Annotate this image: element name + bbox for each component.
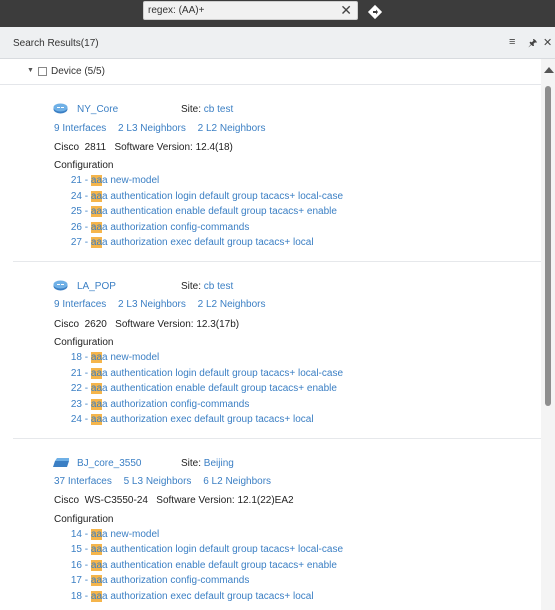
device-links: 9 Interfaces 2 L3 Neighbors 2 L2 Neighbo… xyxy=(54,299,274,310)
config-line[interactable]: 22 - aaa authentication enable default g… xyxy=(69,383,337,394)
software-label: Software Version: xyxy=(156,495,235,506)
navigate-icon[interactable] xyxy=(367,4,383,20)
device-links: 9 Interfaces 2 L3 Neighbors 2 L2 Neighbo… xyxy=(54,123,274,134)
top-bar: ✕ xyxy=(0,0,555,27)
device-card: LA_POP Site: cb test 9 Interfaces 2 L3 N… xyxy=(13,262,541,439)
site-field: Site: cb test xyxy=(181,281,233,292)
device-card: BJ_core_3550 Site: Beijing 37 Interfaces… xyxy=(13,439,541,610)
software-label: Software Version: xyxy=(114,142,193,153)
software-label: Software Version: xyxy=(115,319,194,330)
router-icon xyxy=(53,280,68,291)
software-version: 12.4(18) xyxy=(195,142,233,153)
menu-icon[interactable]: ≡ xyxy=(509,36,515,48)
l2-neighbors-link[interactable]: 2 L2 Neighbors xyxy=(198,123,266,134)
collapse-caret-icon[interactable]: ▼ xyxy=(27,67,34,74)
vendor: Cisco xyxy=(54,495,80,506)
config-line[interactable]: 15 - aaa authentication login default gr… xyxy=(69,544,343,555)
device-card: NY_Core Site: cb test 9 Interfaces 2 L3 … xyxy=(13,85,541,262)
model: 2620 xyxy=(84,319,107,330)
close-icon[interactable]: ✕ xyxy=(340,2,352,19)
site-link[interactable]: cb test xyxy=(204,104,233,115)
configuration-title: Configuration xyxy=(54,514,114,525)
config-line[interactable]: 24 - aaa authorization exec default grou… xyxy=(69,414,314,425)
results-list: NY_Core Site: cb test 9 Interfaces 2 L3 … xyxy=(0,85,541,610)
config-line[interactable]: 27 - aaa authorization exec default grou… xyxy=(69,237,314,248)
switch-icon xyxy=(53,458,69,467)
search-input[interactable] xyxy=(148,3,333,18)
site-label: Site: xyxy=(181,104,202,115)
software-version: 12.1(22)EA2 xyxy=(237,495,294,506)
close-icon[interactable]: ✕ xyxy=(543,36,552,49)
config-line[interactable]: 18 - aaa authorization exec default grou… xyxy=(69,591,314,602)
device-model-row: Cisco 2620 Software Version: 12.3(17b) xyxy=(54,319,239,330)
device-links: 37 Interfaces 5 L3 Neighbors 6 L2 Neighb… xyxy=(54,476,280,487)
l2-neighbors-link[interactable]: 6 L2 Neighbors xyxy=(203,476,271,487)
config-line[interactable]: 24 - aaa authentication login default gr… xyxy=(69,191,343,202)
config-line[interactable]: 21 - aaa new-model xyxy=(69,175,159,186)
device-group-label: Device (5/5) xyxy=(51,66,105,77)
l2-neighbors-link[interactable]: 2 L2 Neighbors xyxy=(198,299,266,310)
site-link[interactable]: cb test xyxy=(204,281,233,292)
model: 2811 xyxy=(84,142,107,153)
router-icon xyxy=(53,103,68,114)
pin-icon[interactable]: 🖈 xyxy=(528,36,537,53)
panel-header: Search Results(17) ≡ 🖈 ✕ xyxy=(0,27,555,59)
scroll-thumb[interactable] xyxy=(545,86,551,406)
l3-neighbors-link[interactable]: 2 L3 Neighbors xyxy=(118,299,186,310)
model: WS-C3550-24 xyxy=(84,495,148,506)
vendor: Cisco xyxy=(54,319,80,330)
site-label: Site: xyxy=(181,458,202,469)
config-line[interactable]: 25 - aaa authentication enable default g… xyxy=(69,206,337,217)
l3-neighbors-link[interactable]: 5 L3 Neighbors xyxy=(124,476,192,487)
site-link[interactable]: Beijing xyxy=(204,458,234,469)
interfaces-link[interactable]: 9 Interfaces xyxy=(54,299,106,310)
configuration-title: Configuration xyxy=(54,160,114,171)
site-field: Site: cb test xyxy=(181,104,233,115)
interfaces-link[interactable]: 37 Interfaces xyxy=(54,476,112,487)
config-line[interactable]: 16 - aaa authentication enable default g… xyxy=(69,560,337,571)
scroll-up-arrow-icon[interactable] xyxy=(544,67,554,73)
device-name[interactable]: NY_Core xyxy=(77,104,118,115)
scrollbar[interactable] xyxy=(541,59,555,610)
device-name[interactable]: BJ_core_3550 xyxy=(77,458,142,469)
interfaces-link[interactable]: 9 Interfaces xyxy=(54,123,106,134)
config-line[interactable]: 18 - aaa new-model xyxy=(69,352,159,363)
config-line[interactable]: 14 - aaa new-model xyxy=(69,529,159,540)
site-label: Site: xyxy=(181,281,202,292)
configuration-title: Configuration xyxy=(54,337,114,348)
device-model-row: Cisco WS-C3550-24 Software Version: 12.1… xyxy=(54,495,294,506)
config-line[interactable]: 17 - aaa authorization config-commands xyxy=(69,575,249,586)
device-model-row: Cisco 2811 Software Version: 12.4(18) xyxy=(54,142,233,153)
config-line[interactable]: 26 - aaa authorization config-commands xyxy=(69,222,249,233)
device-name[interactable]: LA_POP xyxy=(77,281,116,292)
device-group-row[interactable]: ▼ Device (5/5) xyxy=(0,59,541,85)
site-field: Site: Beijing xyxy=(181,458,234,469)
config-line[interactable]: 21 - aaa authentication login default gr… xyxy=(69,368,343,379)
device-group-checkbox[interactable] xyxy=(38,67,47,76)
vendor: Cisco xyxy=(54,142,80,153)
search-box[interactable]: ✕ xyxy=(143,1,358,20)
config-line[interactable]: 23 - aaa authorization config-commands xyxy=(69,399,249,410)
software-version: 12.3(17b) xyxy=(196,319,240,330)
panel-title: Search Results(17) xyxy=(13,38,99,49)
l3-neighbors-link[interactable]: 2 L3 Neighbors xyxy=(118,123,186,134)
